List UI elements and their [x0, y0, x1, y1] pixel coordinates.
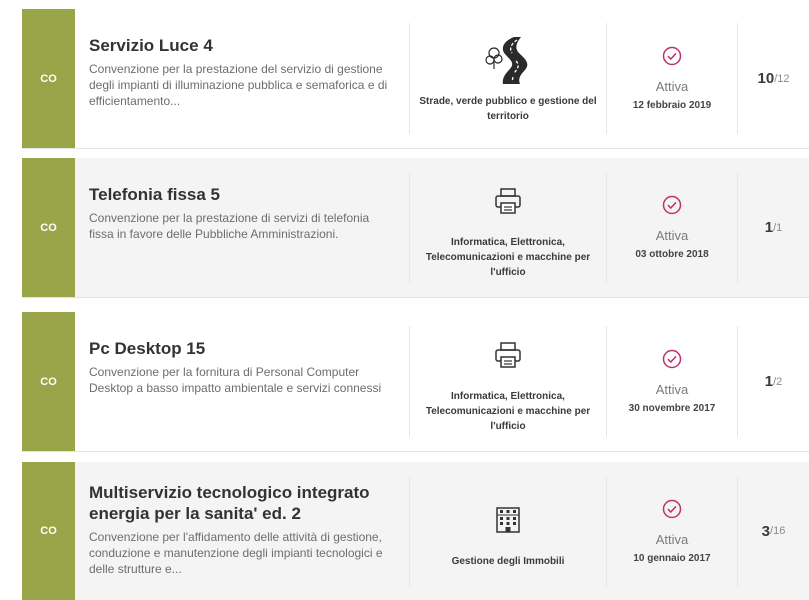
- item-category: Informatica, Elettronica, Telecomunicazi…: [410, 312, 606, 451]
- type-badge: CO: [22, 9, 75, 148]
- status-date: 12 febbraio 2019: [632, 100, 712, 111]
- item-description: Convenzione per l'affidamento delle atti…: [89, 530, 383, 576]
- agreement-list: CO Servizio Luce 4 Convenzione per la pr…: [0, 0, 809, 600]
- type-badge: CO: [22, 462, 75, 600]
- item-description: Convenzione per la prestazione di serviz…: [89, 211, 370, 241]
- status-date: 03 ottobre 2018: [635, 249, 709, 260]
- item-status: Attiva 10 gennaio 2017: [607, 462, 737, 600]
- item-status: Attiva 30 novembre 2017: [607, 312, 737, 451]
- lot-count: 1/1: [738, 158, 809, 297]
- item-info: Pc Desktop 15 Convenzione per la fornitu…: [75, 312, 409, 451]
- category-label: Informatica, Elettronica, Telecomunicazi…: [425, 391, 591, 432]
- item-status: Attiva 12 febbraio 2019: [607, 9, 737, 148]
- item-title[interactable]: Telefonia fissa 5: [89, 184, 397, 205]
- item-title[interactable]: Servizio Luce 4: [89, 35, 397, 56]
- lot-count: 1/2: [738, 312, 809, 451]
- item-info: Multiservizio tecnologico integrato ener…: [75, 462, 409, 600]
- item-info: Servizio Luce 4 Convenzione per la prest…: [75, 9, 409, 148]
- count-active: 1: [764, 373, 774, 390]
- list-item[interactable]: CO Telefonia fissa 5 Convenzione per la …: [22, 158, 809, 298]
- item-description: Convenzione per la prestazione del servi…: [89, 62, 388, 108]
- item-title[interactable]: Pc Desktop 15: [89, 338, 397, 359]
- item-info: Telefonia fissa 5 Convenzione per la pre…: [75, 158, 409, 297]
- status-date: 10 gennaio 2017: [633, 552, 711, 564]
- status-label: Attiva: [655, 228, 689, 243]
- count-active: 10: [757, 70, 775, 87]
- printer-icon: [493, 329, 523, 381]
- list-item[interactable]: CO Pc Desktop 15 Convenzione per la forn…: [22, 312, 809, 452]
- category-label: Gestione degli Immobili: [451, 555, 565, 567]
- item-status: Attiva 03 ottobre 2018: [607, 158, 737, 297]
- check-circle-icon: [662, 349, 682, 374]
- count-active: 3: [761, 522, 771, 540]
- category-label: Strade, verde pubblico e gestione del te…: [419, 95, 597, 122]
- count-total: /1: [773, 221, 783, 234]
- count-active: 1: [764, 219, 774, 236]
- count-total: /2: [773, 375, 783, 388]
- status-label: Attiva: [655, 382, 689, 397]
- status-date: 30 novembre 2017: [628, 403, 716, 414]
- building-icon: [495, 494, 521, 546]
- lot-count: 3/16: [738, 462, 809, 600]
- item-category: Gestione degli Immobili: [410, 462, 606, 600]
- status-label: Attiva: [655, 531, 689, 547]
- item-description: Convenzione per la fornitura di Personal…: [89, 365, 382, 395]
- list-item[interactable]: CO Multiservizio tecnologico integrato e…: [22, 462, 809, 600]
- lot-count: 10/12: [738, 9, 809, 148]
- check-circle-icon: [662, 195, 682, 220]
- printer-icon: [493, 175, 523, 227]
- check-circle-icon: [662, 46, 682, 71]
- count-total: /16: [770, 525, 786, 537]
- item-category: Strade, verde pubblico e gestione del te…: [410, 9, 606, 148]
- type-badge: CO: [22, 158, 75, 297]
- item-category: Informatica, Elettronica, Telecomunicazi…: [410, 158, 606, 297]
- list-item[interactable]: CO Servizio Luce 4 Convenzione per la pr…: [22, 9, 809, 149]
- count-total: /12: [774, 72, 790, 85]
- item-title[interactable]: Multiservizio tecnologico integrato ener…: [89, 482, 397, 524]
- type-badge: CO: [22, 312, 75, 451]
- check-circle-icon: [662, 499, 682, 524]
- road-icon: [480, 34, 536, 86]
- category-label: Informatica, Elettronica, Telecomunicazi…: [425, 237, 591, 278]
- status-label: Attiva: [655, 79, 689, 94]
